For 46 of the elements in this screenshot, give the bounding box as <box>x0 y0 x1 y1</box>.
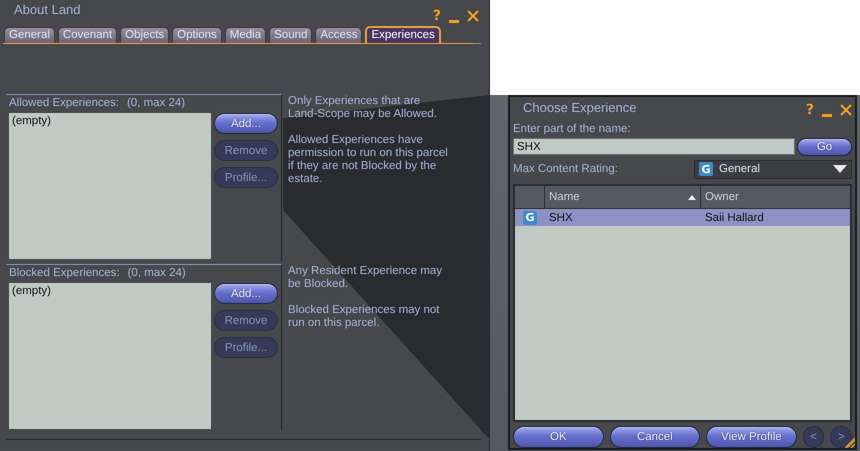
sort-arrow-icon <box>688 194 696 200</box>
count-label: (0, max 24) <box>128 266 186 281</box>
dropdown-arrow-icon <box>833 165 847 173</box>
tab[interactable]: Covenant <box>58 27 118 43</box>
add-button[interactable]: Add... <box>214 283 278 304</box>
go-button[interactable]: Go <box>797 138 852 156</box>
rating-badge: G <box>523 210 537 224</box>
list-item: (empty) <box>12 115 52 127</box>
experience-list[interactable]: (empty) <box>9 283 211 429</box>
table-row[interactable]: G SHX Saii Hallard <box>515 209 850 226</box>
section-label: Allowed Experiences: <box>9 96 119 111</box>
add-button[interactable]: Add... <box>214 113 278 134</box>
experience-list[interactable]: (empty) <box>9 113 211 259</box>
tab[interactable]: Media <box>224 27 266 43</box>
count-label: (0, max 24) <box>126 96 186 111</box>
info-text: Only Experiences that are Land-Scope may be Allowed. <box>288 95 438 121</box>
tab[interactable]: Objects <box>120 27 170 43</box>
section-label: Blocked Experiences: <box>9 266 120 281</box>
rating-badge: G <box>699 162 713 176</box>
tab[interactable]: General <box>4 27 55 43</box>
list-item: (empty) <box>12 285 52 297</box>
tab[interactable]: Access <box>315 27 362 43</box>
field-label: Enter part of the name: <box>513 122 632 137</box>
info-text: Any Resident Experience may be Blocked. <box>288 265 444 291</box>
info-text: Blocked Experiences may not run on this parcel. <box>288 304 440 330</box>
column-header[interactable]: Owner <box>701 186 850 208</box>
tab[interactable]: Sound <box>269 27 312 43</box>
cancel-button[interactable]: Cancel <box>610 426 700 448</box>
close-icon[interactable] <box>840 104 852 116</box>
close-icon[interactable] <box>467 10 479 22</box>
table-cell-text: Saii Hallard <box>704 212 765 224</box>
tab[interactable]: Options <box>172 27 222 43</box>
resize-grip-icon[interactable] <box>845 438 855 448</box>
field-label: Max Content Rating: <box>513 163 618 175</box>
help-button[interactable]: ? <box>432 8 441 24</box>
search-field[interactable]: SHX <box>513 138 795 155</box>
window-title: Choose Experience <box>523 100 636 114</box>
rating-dropdown[interactable]: G General <box>694 160 852 178</box>
info-text: Allowed Experiences have permission to run on this parcel if they are not Blocked by the estate. <box>288 134 448 186</box>
table-cell-text: SHX <box>548 212 574 224</box>
window-title: About Land <box>14 2 81 17</box>
column-header[interactable]: Name <box>545 186 701 208</box>
help-button[interactable]: ? <box>806 102 814 118</box>
tab[interactable]: Experiences <box>365 26 441 43</box>
view-profile-button[interactable]: View Profile <box>706 426 797 448</box>
ok-button[interactable]: OK <box>513 426 604 448</box>
